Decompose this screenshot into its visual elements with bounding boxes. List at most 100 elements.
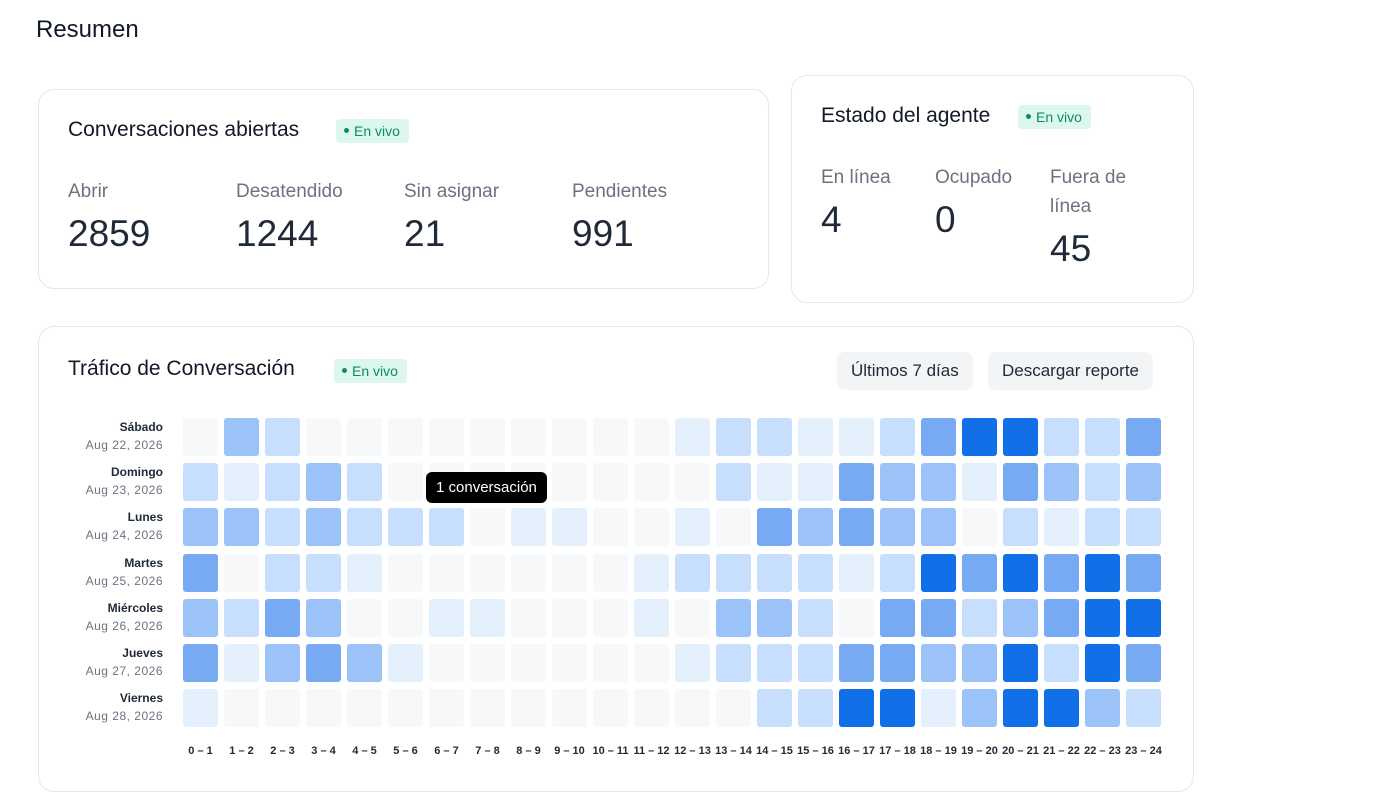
heatmap-cell[interactable] [839, 463, 874, 501]
heatmap-cell[interactable] [347, 508, 382, 546]
heatmap-cell[interactable] [347, 644, 382, 682]
heatmap-cell[interactable] [470, 418, 505, 456]
heatmap-cell[interactable] [716, 689, 751, 727]
heatmap-cell[interactable] [265, 644, 300, 682]
heatmap-cell[interactable] [716, 599, 751, 637]
heatmap-cell[interactable] [224, 508, 259, 546]
date-range-button[interactable]: Últimos 7 días [837, 352, 973, 390]
heatmap-cell[interactable] [839, 508, 874, 546]
heatmap-cell[interactable] [470, 599, 505, 637]
heatmap-cell[interactable] [1044, 463, 1079, 501]
heatmap-cell[interactable] [224, 689, 259, 727]
heatmap-cell[interactable] [183, 599, 218, 637]
heatmap-cell[interactable] [306, 689, 341, 727]
heatmap-cell[interactable] [388, 599, 423, 637]
heatmap-cell[interactable] [593, 599, 628, 637]
heatmap-cell[interactable] [1126, 463, 1161, 501]
heatmap-cell[interactable] [716, 508, 751, 546]
heatmap-cell[interactable] [265, 689, 300, 727]
heatmap-cell[interactable] [634, 418, 669, 456]
heatmap-cell[interactable] [183, 689, 218, 727]
heatmap-cell[interactable] [921, 463, 956, 501]
heatmap-cell[interactable] [962, 418, 997, 456]
heatmap-cell[interactable] [224, 599, 259, 637]
heatmap-cell[interactable] [634, 599, 669, 637]
heatmap-cell[interactable] [429, 508, 464, 546]
heatmap-cell[interactable] [880, 599, 915, 637]
heatmap-cell[interactable] [511, 599, 546, 637]
heatmap-cell[interactable] [880, 644, 915, 682]
heatmap-cell[interactable] [716, 554, 751, 592]
heatmap-cell[interactable] [675, 554, 710, 592]
heatmap-cell[interactable] [429, 554, 464, 592]
heatmap-cell[interactable] [388, 644, 423, 682]
heatmap-cell[interactable] [347, 599, 382, 637]
heatmap-cell[interactable] [306, 644, 341, 682]
heatmap-cell[interactable] [347, 463, 382, 501]
heatmap-cell[interactable] [265, 418, 300, 456]
heatmap-cell[interactable] [511, 644, 546, 682]
heatmap-cell[interactable] [839, 644, 874, 682]
heatmap-cell[interactable] [1126, 554, 1161, 592]
heatmap-cell[interactable] [1126, 508, 1161, 546]
heatmap-cell[interactable] [716, 644, 751, 682]
heatmap-cell[interactable] [552, 644, 587, 682]
heatmap-cell[interactable] [1003, 554, 1038, 592]
heatmap-cell[interactable] [306, 508, 341, 546]
heatmap-cell[interactable] [552, 508, 587, 546]
heatmap-cell[interactable] [1126, 599, 1161, 637]
heatmap-cell[interactable] [962, 599, 997, 637]
heatmap-cell[interactable] [757, 418, 792, 456]
heatmap-cell[interactable] [962, 644, 997, 682]
heatmap-cell[interactable] [429, 644, 464, 682]
heatmap-cell[interactable] [634, 554, 669, 592]
heatmap-cell[interactable] [634, 644, 669, 682]
heatmap-cell[interactable] [1085, 689, 1120, 727]
heatmap-cell[interactable] [880, 463, 915, 501]
heatmap-cell[interactable] [224, 554, 259, 592]
heatmap-cell[interactable] [388, 689, 423, 727]
heatmap-cell[interactable] [511, 418, 546, 456]
heatmap-cell[interactable] [388, 418, 423, 456]
heatmap-cell[interactable] [1003, 599, 1038, 637]
heatmap-cell[interactable] [1003, 508, 1038, 546]
heatmap-cell[interactable] [839, 689, 874, 727]
heatmap-cell[interactable] [798, 463, 833, 501]
heatmap-cell[interactable] [675, 599, 710, 637]
heatmap-cell[interactable] [1044, 644, 1079, 682]
heatmap-cell[interactable] [798, 554, 833, 592]
heatmap-cell[interactable] [552, 554, 587, 592]
heatmap-cell[interactable] [511, 689, 546, 727]
heatmap-cell[interactable] [839, 554, 874, 592]
heatmap-cell[interactable] [1044, 554, 1079, 592]
heatmap-cell[interactable] [675, 418, 710, 456]
heatmap-cell[interactable] [593, 463, 628, 501]
heatmap-cell[interactable] [798, 418, 833, 456]
heatmap-cell[interactable] [1085, 554, 1120, 592]
heatmap-cell[interactable] [1003, 463, 1038, 501]
heatmap-cell[interactable] [921, 508, 956, 546]
heatmap-cell[interactable] [757, 554, 792, 592]
heatmap-cell[interactable] [183, 418, 218, 456]
heatmap-cell[interactable] [757, 644, 792, 682]
heatmap-cell[interactable] [921, 418, 956, 456]
heatmap-cell[interactable] [593, 689, 628, 727]
heatmap-cell[interactable] [429, 689, 464, 727]
heatmap-cell[interactable] [552, 689, 587, 727]
heatmap-cell[interactable] [265, 508, 300, 546]
heatmap-cell[interactable] [1044, 689, 1079, 727]
heatmap-cell[interactable] [1044, 599, 1079, 637]
heatmap-cell[interactable] [470, 644, 505, 682]
heatmap-cell[interactable] [921, 554, 956, 592]
heatmap-cell[interactable] [552, 418, 587, 456]
heatmap-cell[interactable] [470, 508, 505, 546]
heatmap-cell[interactable] [224, 644, 259, 682]
heatmap-cell[interactable] [183, 463, 218, 501]
heatmap-cell[interactable] [224, 463, 259, 501]
heatmap-cell[interactable] [306, 418, 341, 456]
heatmap-cell[interactable] [757, 508, 792, 546]
heatmap-cell[interactable] [634, 508, 669, 546]
heatmap-cell[interactable] [470, 689, 505, 727]
heatmap-cell[interactable] [511, 554, 546, 592]
heatmap-cell[interactable] [716, 418, 751, 456]
